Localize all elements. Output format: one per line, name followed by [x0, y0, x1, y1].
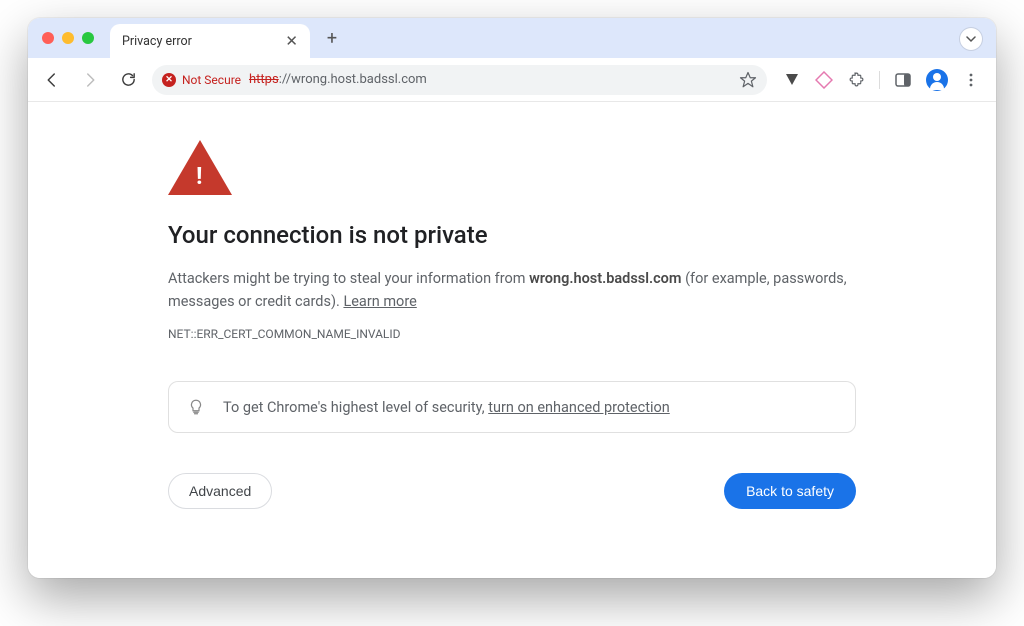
- enhanced-protection-promo: To get Chrome's highest level of securit…: [168, 381, 856, 433]
- not-secure-label: Not Secure: [182, 73, 241, 87]
- warning-body: Attackers might be trying to steal your …: [168, 267, 856, 313]
- url-scheme: https: [249, 72, 279, 87]
- side-panel-icon[interactable]: [894, 71, 912, 89]
- forward-button[interactable]: [76, 66, 104, 94]
- learn-more-link[interactable]: Learn more: [343, 293, 416, 310]
- bookmark-star-icon[interactable]: [739, 71, 757, 89]
- promo-text: To get Chrome's highest level of securit…: [223, 399, 670, 416]
- browser-window: Privacy error ✕ + ✕ Not Secure https://w…: [28, 18, 996, 578]
- maximize-window-button[interactable]: [82, 32, 94, 44]
- ssl-interstitial: Your connection is not private Attackers…: [168, 140, 856, 509]
- page-content: Your connection is not private Attackers…: [28, 102, 996, 578]
- body-host: wrong.host.badssl.com: [529, 270, 681, 287]
- profile-avatar-icon[interactable]: [926, 69, 948, 91]
- overflow-menu-icon[interactable]: [962, 71, 980, 89]
- back-to-safety-button[interactable]: Back to safety: [724, 473, 856, 509]
- window-more-button[interactable]: [960, 28, 982, 50]
- button-row: Advanced Back to safety: [168, 473, 856, 509]
- minimize-window-button[interactable]: [62, 32, 74, 44]
- address-bar[interactable]: ✕ Not Secure https://wrong.host.badssl.c…: [152, 65, 767, 95]
- body-prefix: Attackers might be trying to steal your …: [168, 270, 529, 287]
- active-tab[interactable]: Privacy error ✕: [110, 24, 310, 58]
- page-heading: Your connection is not private: [168, 221, 856, 249]
- tab-strip: Privacy error ✕ +: [28, 18, 996, 58]
- toolbar-divider: [879, 71, 880, 89]
- toolbar-actions: [777, 69, 986, 91]
- extension-diamond-icon[interactable]: [815, 71, 833, 89]
- reload-button[interactable]: [114, 66, 142, 94]
- enhanced-protection-link[interactable]: turn on enhanced protection: [488, 399, 670, 416]
- new-tab-button[interactable]: +: [318, 24, 346, 52]
- extension-triangle-icon[interactable]: [783, 71, 801, 89]
- promo-prefix: To get Chrome's highest level of securit…: [223, 399, 488, 416]
- not-secure-icon: ✕: [162, 73, 176, 87]
- url-text: https://wrong.host.badssl.com: [249, 72, 427, 87]
- warning-triangle-icon: [168, 140, 232, 195]
- window-controls: [38, 32, 102, 44]
- tab-title: Privacy error: [122, 34, 245, 49]
- close-window-button[interactable]: [42, 32, 54, 44]
- lightbulb-icon: [187, 398, 205, 416]
- toolbar: ✕ Not Secure https://wrong.host.badssl.c…: [28, 58, 996, 102]
- url-rest: ://wrong.host.badssl.com: [279, 72, 427, 87]
- extensions-puzzle-icon[interactable]: [847, 71, 865, 89]
- security-chip[interactable]: ✕ Not Secure: [162, 73, 241, 87]
- advanced-button[interactable]: Advanced: [168, 473, 272, 509]
- error-code: NET::ERR_CERT_COMMON_NAME_INVALID: [168, 327, 856, 341]
- close-tab-icon[interactable]: ✕: [285, 32, 298, 50]
- back-button[interactable]: [38, 66, 66, 94]
